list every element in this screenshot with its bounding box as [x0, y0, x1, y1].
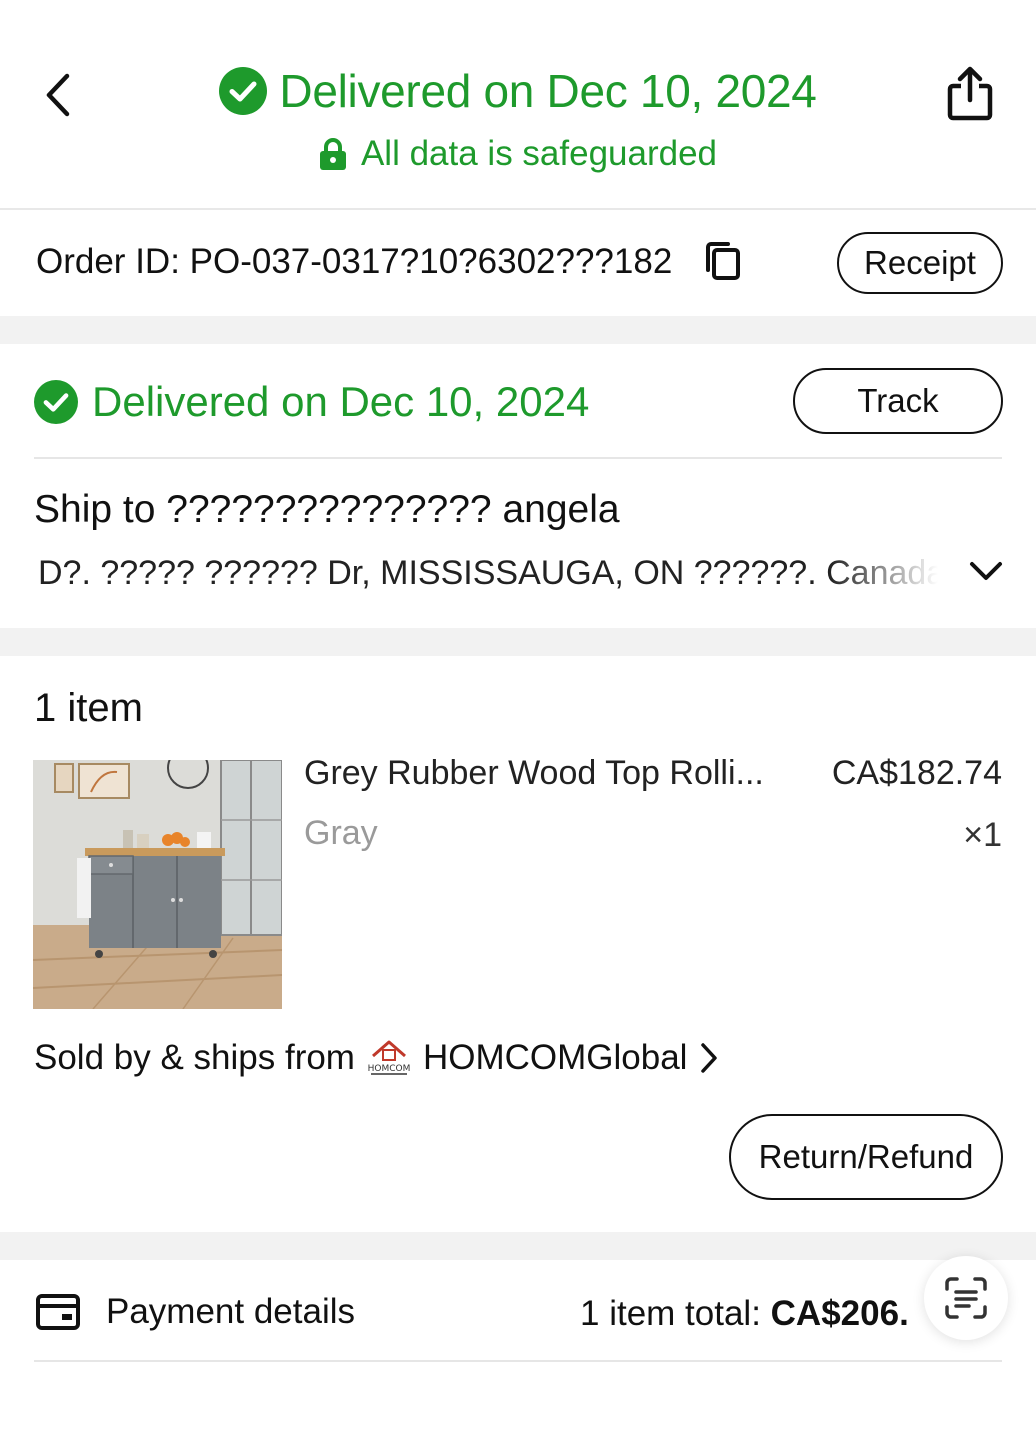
payment-details-row[interactable]: Payment details 1 item total: CA$206.: [0, 1262, 1036, 1360]
product-image[interactable]: [33, 760, 282, 1009]
seller-logo: HOMCOM: [367, 1036, 411, 1080]
section-gap: [0, 316, 1036, 344]
header-title: Delivered on Dec 10, 2024: [0, 64, 1036, 118]
total-label: 1 item total:: [580, 1294, 761, 1333]
chevron-down-icon[interactable]: [968, 556, 1004, 584]
return-refund-button[interactable]: Return/Refund: [729, 1114, 1003, 1200]
product-quantity: ×1: [963, 816, 1002, 854]
section-gap: [0, 628, 1036, 656]
order-id: Order ID: PO-037-0317?10?6302???182: [36, 242, 673, 281]
security-note: All data is safeguarded: [0, 134, 1036, 174]
card-icon: [36, 1294, 80, 1330]
kitchen-cart-photo: [33, 760, 282, 1009]
copy-icon[interactable]: [702, 240, 742, 282]
divider: [34, 1360, 1002, 1362]
shipping-address: D?. ????? ?????? Dr, MISSISSAUGA, ON ???…: [38, 554, 938, 592]
share-button[interactable]: [940, 64, 1000, 124]
chevron-right-icon: [701, 1043, 718, 1073]
total-value: CA$206.: [770, 1294, 909, 1333]
delivery-status-text: Delivered on Dec 10, 2024: [92, 378, 590, 425]
payment-total: 1 item total: CA$206.: [580, 1294, 909, 1334]
header: Delivered on Dec 10, 2024 All data is sa…: [0, 0, 1036, 210]
scan-floating-button[interactable]: [924, 1256, 1008, 1340]
delivery-status-title: Delivered on Dec 10, 2024: [279, 65, 817, 117]
scan-document-icon: [945, 1277, 987, 1319]
lock-icon: [319, 138, 346, 170]
seller-row[interactable]: Sold by & ships from HOMCOM HOMCOMGlobal: [34, 1036, 719, 1080]
security-note-text: All data is safeguarded: [360, 134, 718, 173]
svg-text:HOMCOM: HOMCOM: [368, 1064, 411, 1074]
product-name[interactable]: Grey Rubber Wood Top Rolli...: [304, 754, 764, 793]
section-gap: [0, 1232, 1036, 1260]
receipt-button[interactable]: Receipt: [837, 232, 1003, 294]
track-button[interactable]: Track: [793, 368, 1003, 434]
product-variant: Gray: [304, 814, 378, 852]
ship-to-name: Ship to ??????????????? angela: [34, 488, 620, 531]
seller-name: HOMCOMGlobal: [422, 1038, 688, 1077]
seller-prefix: Sold by & ships from: [34, 1038, 355, 1077]
check-circle-icon: [34, 380, 78, 424]
payment-details-label: Payment details: [106, 1292, 356, 1331]
item-count: 1 item: [34, 686, 143, 730]
share-icon: [947, 66, 993, 121]
check-circle-icon: [219, 67, 268, 115]
product-price: CA$182.74: [831, 754, 1002, 792]
divider: [34, 457, 1002, 459]
